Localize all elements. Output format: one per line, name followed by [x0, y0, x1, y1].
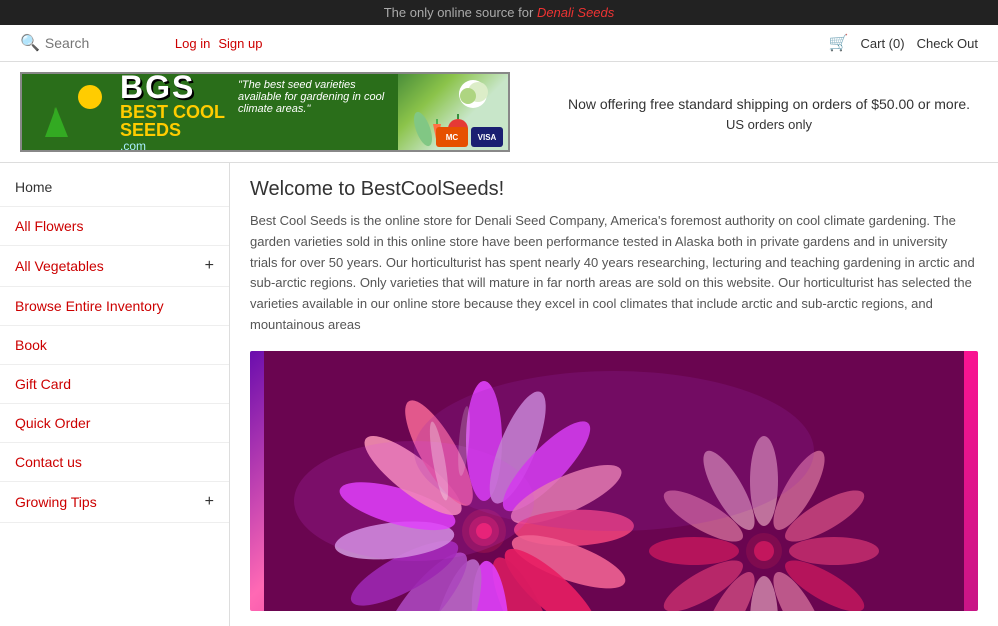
expand-growing-tips-icon[interactable]: +	[205, 493, 214, 511]
sidebar-link-book[interactable]: Book	[15, 337, 47, 353]
sidebar-item-gift-card[interactable]: Gift Card	[0, 365, 229, 404]
header: 🔍 Log in Sign up 🛒 Cart (0) Check Out	[0, 25, 998, 62]
logo-dotcom: .com	[120, 139, 225, 152]
content-area: Welcome to BestCoolSeeds! Best Cool Seed…	[230, 163, 998, 626]
shipping-text: Now offering free standard shipping on o…	[560, 92, 978, 117]
top-banner: The only online source for Denali Seeds	[0, 0, 998, 25]
logo-coolseeds: BEST COOLSEEDS	[120, 103, 225, 139]
main-layout: Home All Flowers All Vegetables + Browse…	[0, 163, 998, 626]
login-link[interactable]: Log in	[175, 36, 210, 51]
sidebar-link-home[interactable]: Home	[15, 179, 52, 195]
mastercard-icon: MC	[436, 127, 468, 147]
welcome-text: Best Cool Seeds is the online store for …	[250, 211, 978, 336]
payment-icons: MC VISA	[436, 127, 503, 147]
logo-text: BGS BEST COOLSEEDS .com	[120, 72, 225, 152]
sidebar-item-book[interactable]: Book	[0, 326, 229, 365]
logo-icon	[30, 82, 110, 142]
sidebar-link-gift-card[interactable]: Gift Card	[15, 376, 71, 392]
sidebar-item-all-vegetables[interactable]: All Vegetables +	[0, 246, 229, 287]
search-area: 🔍 Log in Sign up	[20, 33, 829, 53]
logo-shipping-bar: BGS BEST COOLSEEDS .com "The best seed v…	[0, 62, 998, 163]
checkout-link[interactable]: Check Out	[917, 36, 978, 51]
sidebar-item-all-flowers[interactable]: All Flowers	[0, 207, 229, 246]
sidebar-link-quick-order[interactable]: Quick Order	[15, 415, 90, 431]
sidebar-item-quick-order[interactable]: Quick Order	[0, 404, 229, 443]
sidebar: Home All Flowers All Vegetables + Browse…	[0, 163, 230, 626]
logo-quote: "The best seed varieties available for g…	[238, 79, 398, 115]
sidebar-item-growing-tips[interactable]: Growing Tips +	[0, 482, 229, 523]
auth-links: Log in Sign up	[175, 36, 263, 51]
search-icon: 🔍	[20, 33, 40, 53]
visa-icon: VISA	[471, 127, 503, 147]
cart-icon: 🛒	[829, 33, 849, 53]
shipping-info: Now offering free standard shipping on o…	[520, 92, 978, 132]
sidebar-link-vegetables[interactable]: All Vegetables	[15, 258, 104, 274]
shipping-subtext: US orders only	[560, 117, 978, 132]
banner-highlight: Denali Seeds	[537, 5, 614, 20]
flower-image	[250, 351, 978, 611]
cart-area: 🛒 Cart (0) Check Out	[829, 33, 978, 53]
sidebar-link-flowers[interactable]: All Flowers	[15, 218, 83, 234]
sidebar-link-growing-tips[interactable]: Growing Tips	[15, 494, 97, 510]
flower-svg	[250, 351, 978, 611]
welcome-title: Welcome to BestCoolSeeds!	[250, 178, 978, 201]
banner-text: The only online source for	[384, 5, 537, 20]
sidebar-item-contact-us[interactable]: Contact us	[0, 443, 229, 482]
signup-link[interactable]: Sign up	[218, 36, 262, 51]
logo-area: BGS BEST COOLSEEDS .com "The best seed v…	[20, 72, 520, 152]
sidebar-item-browse-inventory[interactable]: Browse Entire Inventory	[0, 287, 229, 326]
logo-box: BGS BEST COOLSEEDS .com "The best seed v…	[20, 72, 510, 152]
sidebar-item-home[interactable]: Home	[0, 168, 229, 207]
search-input[interactable]	[45, 35, 165, 51]
sidebar-link-browse[interactable]: Browse Entire Inventory	[15, 298, 164, 314]
cart-link[interactable]: Cart (0)	[861, 36, 905, 51]
sidebar-link-contact[interactable]: Contact us	[15, 454, 82, 470]
expand-vegetables-icon[interactable]: +	[205, 257, 214, 275]
logo-bgs: BGS	[120, 72, 225, 103]
